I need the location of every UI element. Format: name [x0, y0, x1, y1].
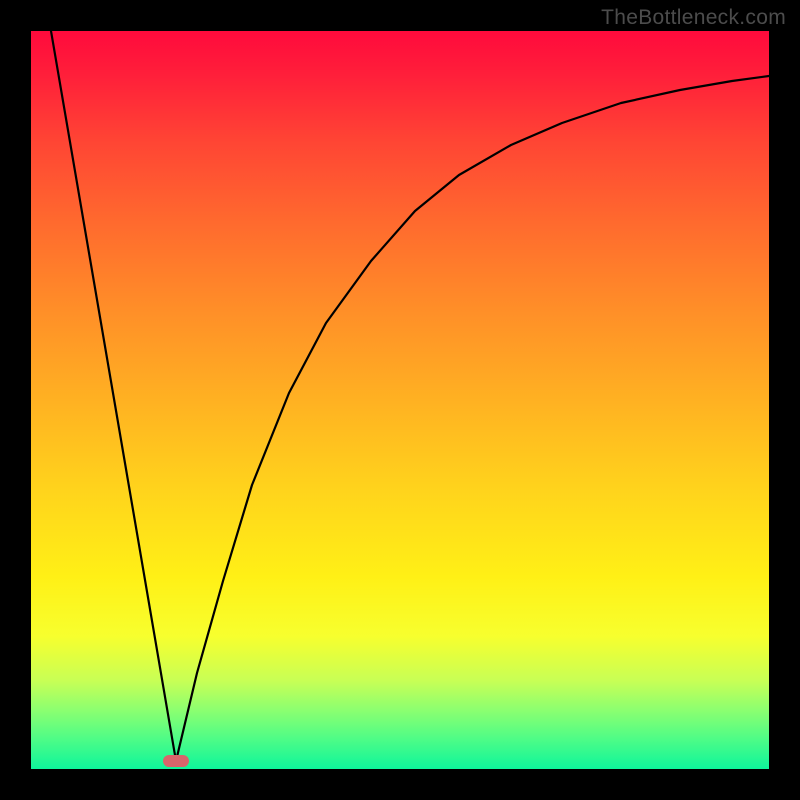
vertex-marker	[163, 755, 189, 767]
watermark-text: TheBottleneck.com	[601, 6, 786, 30]
chart-frame: TheBottleneck.com	[0, 0, 800, 800]
curve-right-segment	[176, 76, 769, 761]
curve-svg	[31, 31, 769, 769]
curve-left-segment	[51, 31, 176, 761]
plot-area	[31, 31, 769, 769]
